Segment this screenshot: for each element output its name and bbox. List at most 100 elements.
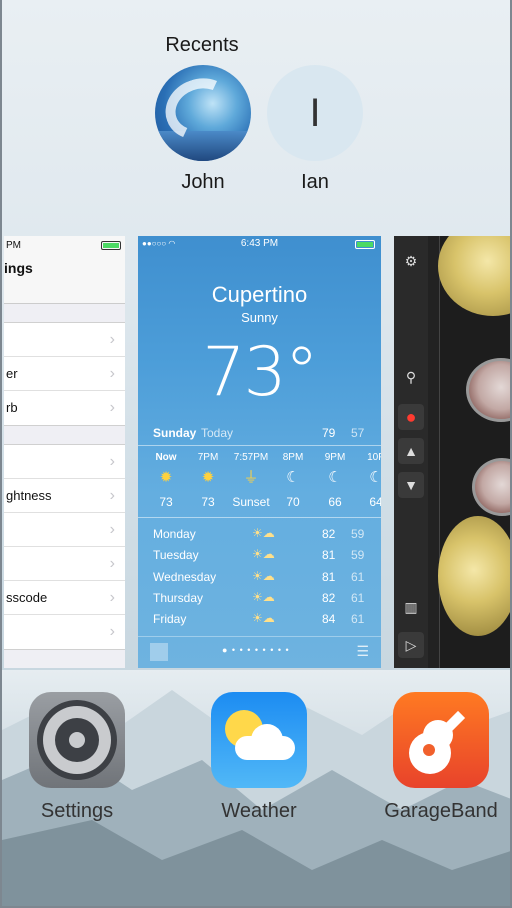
moon-icon: ☾ xyxy=(328,469,342,486)
contact-name: Ian xyxy=(301,171,329,193)
drum-tom[interactable] xyxy=(466,358,510,422)
weather-today-row: Sunday Today 79 57 xyxy=(138,426,381,446)
moon-icon: ☾ xyxy=(356,467,381,489)
status-bar: ●●○○○ ◠ 6:43 PM xyxy=(138,236,381,252)
chevron-right-icon: › xyxy=(109,589,115,606)
hour-item: 8PM ☾ 70 xyxy=(273,452,313,509)
mixer-icon[interactable]: ▥ xyxy=(398,594,424,620)
partly-cloudy-icon: ☀☁ xyxy=(252,611,275,626)
hourly-forecast[interactable]: Now ✹ 73 7PM ✹ 73 7:57PM ⏚ Sunset 8PM ☾ xyxy=(138,448,381,518)
play-icon[interactable]: ▷ xyxy=(398,632,424,658)
list-icon[interactable]: ☰ xyxy=(356,643,369,660)
chevron-right-icon: › xyxy=(109,623,115,640)
drum-snare[interactable] xyxy=(472,458,510,516)
chevron-right-icon: › xyxy=(109,453,115,470)
recent-contact-john[interactable]: John xyxy=(153,65,253,194)
page-indicator: ● • • • • • • • • xyxy=(222,645,290,655)
settings-group-2: › ghtness › › › sscode › › xyxy=(4,444,125,650)
day-row: Wednesday ☀☁ 81 61 xyxy=(153,568,365,584)
day-row: Friday ☀☁ 84 61 xyxy=(153,611,365,627)
record-button[interactable]: ● xyxy=(398,404,424,430)
settings-app-card[interactable]: PM ings › er › rb › › ghtness › › › sscode ›… xyxy=(4,236,125,668)
settings-row[interactable]: › xyxy=(4,323,125,357)
weather-condition: Sunny xyxy=(241,310,278,325)
sun-icon: ✹ xyxy=(201,469,215,486)
settings-row[interactable]: ghtness › xyxy=(4,479,125,513)
day-row: Thursday ☀☁ 82 61 xyxy=(153,589,365,605)
cymbal[interactable] xyxy=(438,236,510,316)
settings-icon[interactable] xyxy=(29,692,125,788)
gear-icon[interactable]: ⚙ xyxy=(398,248,424,274)
weather-app[interactable]: Weather xyxy=(184,692,334,823)
app-label: GarageBand xyxy=(384,800,498,822)
settings-title: ings xyxy=(4,258,125,304)
partly-cloudy-icon: ☀☁ xyxy=(252,547,275,562)
play-up-button[interactable]: ▲ xyxy=(398,438,424,464)
chevron-right-icon: › xyxy=(109,399,115,416)
day-row: Monday ☀☁ 82 59 xyxy=(153,526,365,541)
weather-app-card[interactable]: ●●○○○ ◠ 6:43 PM Cupertino Sunny 73° Sund… xyxy=(138,236,381,668)
contact-avatar-ian[interactable]: I xyxy=(267,65,363,161)
chevron-right-icon: › xyxy=(109,521,115,538)
recent-contact-ian[interactable]: I Ian xyxy=(265,65,365,194)
track-ruler xyxy=(428,236,440,668)
app-label: Weather xyxy=(221,800,297,822)
settings-group-1: › er › rb › xyxy=(4,322,125,426)
faucet-icon[interactable]: ⚲ xyxy=(398,364,424,390)
contact-initial: I xyxy=(309,90,321,135)
home-screen-area: Settings Weather GarageBand xyxy=(2,670,510,906)
moon-icon: ☾ xyxy=(286,469,300,486)
partly-cloudy-icon: ☀☁ xyxy=(252,589,275,604)
settings-row[interactable]: er › xyxy=(4,357,125,391)
chevron-right-icon: › xyxy=(109,331,115,348)
daily-forecast: Monday ☀☁ 82 59 Tuesday ☀☁ 81 59 Wednesd… xyxy=(138,524,381,630)
play-down-button[interactable]: ▼ xyxy=(398,472,424,498)
signal-icon: ●●○○○ ◠ xyxy=(142,239,176,248)
settings-row[interactable]: rb › xyxy=(4,391,125,425)
today-label: Today xyxy=(201,426,234,440)
settings-row[interactable]: › xyxy=(4,513,125,547)
weather-bottom-bar: ● • • • • • • • • ☰ xyxy=(138,636,381,668)
hour-item: Now ✹ 73 xyxy=(146,452,186,509)
sun-icon: ✹ xyxy=(159,469,173,486)
garageband-app-card[interactable]: ⚙ ⚲ ● ▲ ▼ ▥ ▷ xyxy=(394,236,510,668)
settings-row[interactable]: › xyxy=(4,615,125,649)
weather-icon[interactable] xyxy=(211,692,307,788)
chevron-right-icon: › xyxy=(109,487,115,504)
weather-temperature: 73° xyxy=(202,333,319,412)
weather-city: Cupertino xyxy=(211,282,308,307)
today-high: 79 xyxy=(322,426,336,440)
hour-item: 7:57PM ⏚ Sunset xyxy=(226,452,276,509)
status-bar: PM xyxy=(4,236,125,258)
contact-avatar-john[interactable] xyxy=(155,65,251,161)
settings-row[interactable]: › xyxy=(4,547,125,581)
hour-item: 10P ☾ 64 xyxy=(356,452,381,509)
status-time: 6:43 PM xyxy=(240,238,279,249)
hour-item: 7PM ✹ 73 xyxy=(188,452,228,509)
settings-app[interactable]: Settings xyxy=(2,692,152,823)
status-time: PM xyxy=(6,240,21,251)
app-switcher: Recents John I Ian PM ings › er › rb › ›… xyxy=(0,0,512,908)
settings-row[interactable]: sscode › xyxy=(4,581,125,615)
today-low: 57 xyxy=(351,426,365,440)
weather-channel-logo[interactable] xyxy=(150,643,168,661)
day-row: Tuesday ☀☁ 81 59 xyxy=(153,547,365,563)
chevron-right-icon: › xyxy=(109,365,115,382)
chevron-right-icon: › xyxy=(109,555,115,572)
hour-item: 9PM ☾ 66 xyxy=(315,452,355,509)
sunset-icon: ⏚ xyxy=(243,469,259,486)
battery-icon xyxy=(101,241,121,250)
switcher-background: Recents John I Ian PM ings › er › rb › ›… xyxy=(2,0,510,670)
recents-title: Recents xyxy=(165,34,239,56)
cymbal[interactable] xyxy=(438,516,510,636)
garageband-toolbar: ⚙ ⚲ ● ▲ ▼ ▥ ▷ xyxy=(394,236,428,668)
today-day: Sunday xyxy=(153,426,197,440)
contact-name: John xyxy=(181,171,225,193)
partly-cloudy-icon: ☀☁ xyxy=(252,568,275,583)
garageband-app[interactable]: GarageBand xyxy=(366,692,510,823)
partly-cloudy-icon: ☀☁ xyxy=(252,526,275,540)
settings-row[interactable]: › xyxy=(4,445,125,479)
app-label: Settings xyxy=(40,800,114,822)
battery-icon xyxy=(355,240,375,249)
garageband-icon[interactable] xyxy=(393,692,489,788)
